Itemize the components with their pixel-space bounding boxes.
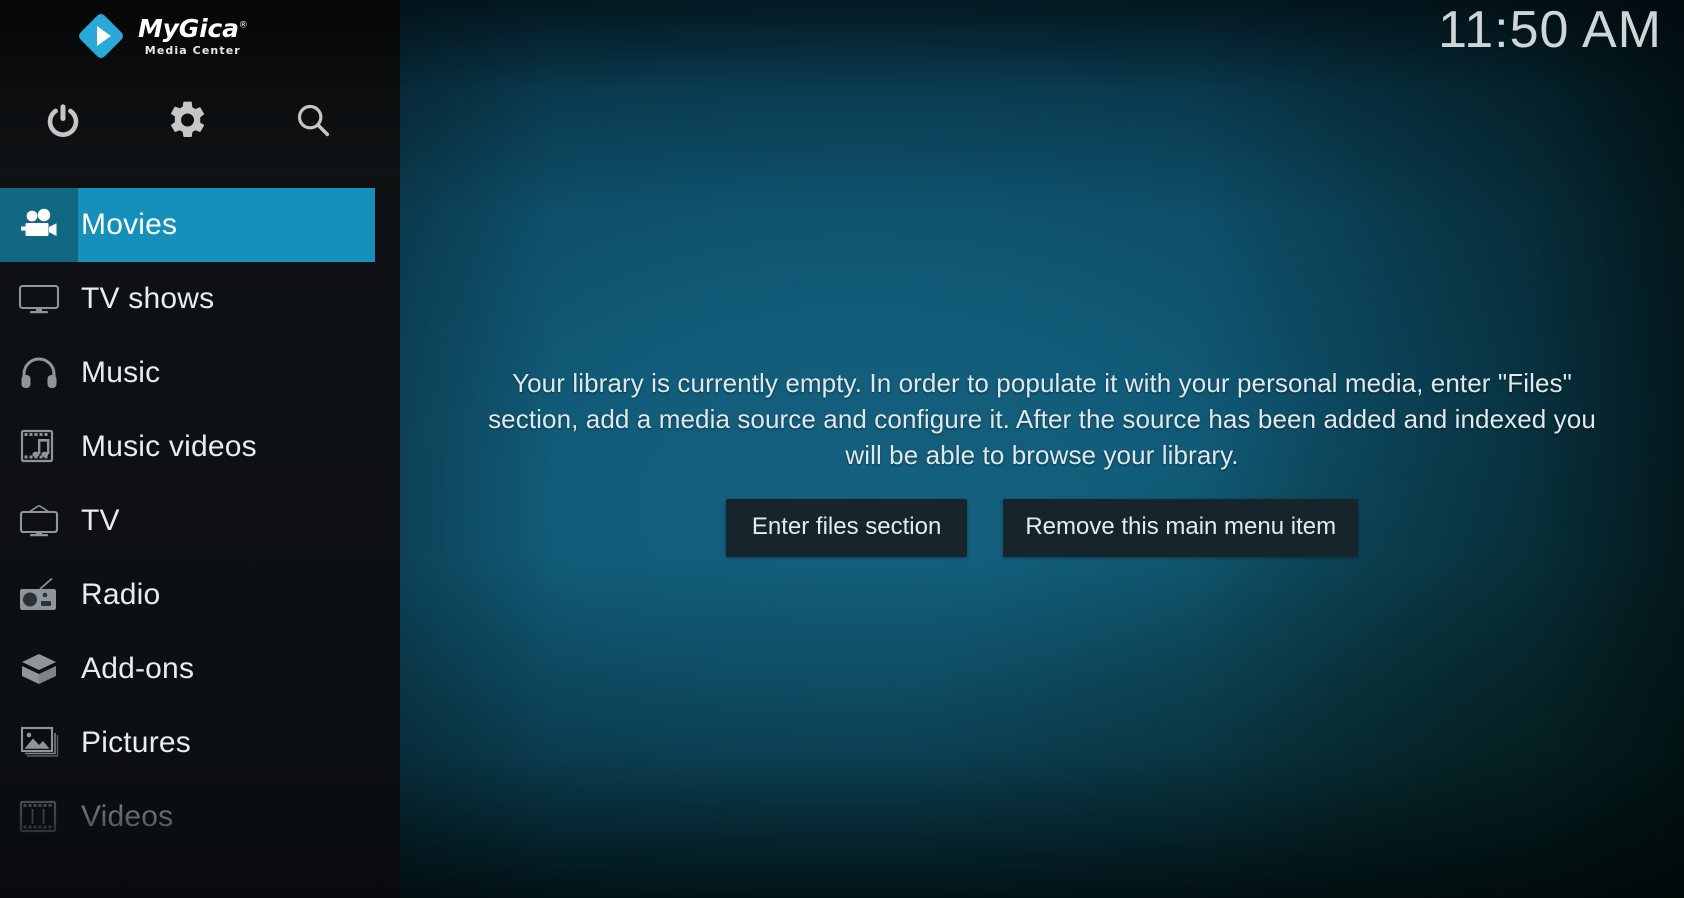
- brand-logo: MyGica® Media Center: [76, 11, 248, 61]
- empty-state-actions: Enter files section Remove this main men…: [725, 499, 1359, 557]
- sidebar-item-label: TV: [81, 504, 120, 537]
- sidebar-item-label: Videos: [81, 800, 174, 833]
- sidebar-top-icons: [0, 92, 375, 148]
- empty-library-message: Your library is currently empty. In orde…: [488, 368, 1596, 470]
- brand-text: MyGica® Media Center: [138, 16, 248, 56]
- radio-icon: [0, 558, 78, 632]
- power-button[interactable]: [37, 94, 89, 146]
- retro-tv-icon: [0, 484, 78, 558]
- sidebar-item-radio[interactable]: Radio: [0, 558, 400, 632]
- sidebar-item-movies[interactable]: Movies: [0, 188, 375, 262]
- settings-button[interactable]: [162, 94, 214, 146]
- pictures-icon: [0, 706, 78, 780]
- enter-files-section-button[interactable]: Enter files section: [725, 499, 968, 557]
- sidebar-item-music[interactable]: Music: [0, 336, 400, 410]
- sidebar-item-tv-shows[interactable]: TV shows: [0, 262, 400, 336]
- search-button[interactable]: [287, 94, 339, 146]
- headphones-icon: [0, 336, 78, 410]
- sidebar-item-add-ons[interactable]: Add-ons: [0, 632, 400, 706]
- power-icon: [43, 100, 83, 140]
- sidebar-item-pictures[interactable]: Pictures: [0, 706, 400, 780]
- main-menu: Movies TV shows Music Music videos TV Ra…: [0, 188, 400, 854]
- main-content: Your library is currently empty. In orde…: [400, 0, 1684, 898]
- sidebar: MyGica® Media Center Movies TV shows Mus…: [0, 0, 400, 898]
- sidebar-item-music-videos[interactable]: Music videos: [0, 410, 400, 484]
- sidebar-header: MyGica® Media Center: [0, 0, 400, 178]
- film-strip-icon: [0, 780, 78, 854]
- remove-main-menu-item-button[interactable]: Remove this main menu item: [1003, 499, 1359, 557]
- registered-mark: ®: [238, 20, 248, 31]
- sidebar-item-label: Music videos: [81, 430, 257, 463]
- sidebar-item-label: Add-ons: [81, 652, 195, 685]
- brand-subtitle: Media Center: [144, 44, 241, 57]
- sidebar-item-label: Radio: [81, 578, 161, 611]
- movie-camera-icon: [0, 188, 78, 262]
- kodi-home-screen: 11:50 AM Your library is currently empty…: [0, 0, 1684, 898]
- sidebar-item-videos[interactable]: Videos: [0, 780, 400, 854]
- mygica-diamond-play-icon: [76, 11, 126, 61]
- television-icon: [0, 262, 78, 336]
- sidebar-item-label: TV shows: [81, 282, 215, 315]
- sidebar-item-tv[interactable]: TV: [0, 484, 400, 558]
- sidebar-item-label: Music: [81, 356, 161, 389]
- open-box-icon: [0, 632, 78, 706]
- search-icon: [293, 100, 333, 140]
- brand-name: MyGica®: [138, 14, 248, 43]
- sidebar-item-label: Pictures: [81, 726, 191, 759]
- music-film-icon: [0, 410, 78, 484]
- sidebar-item-label: Movies: [81, 208, 178, 241]
- gear-icon: [168, 100, 208, 140]
